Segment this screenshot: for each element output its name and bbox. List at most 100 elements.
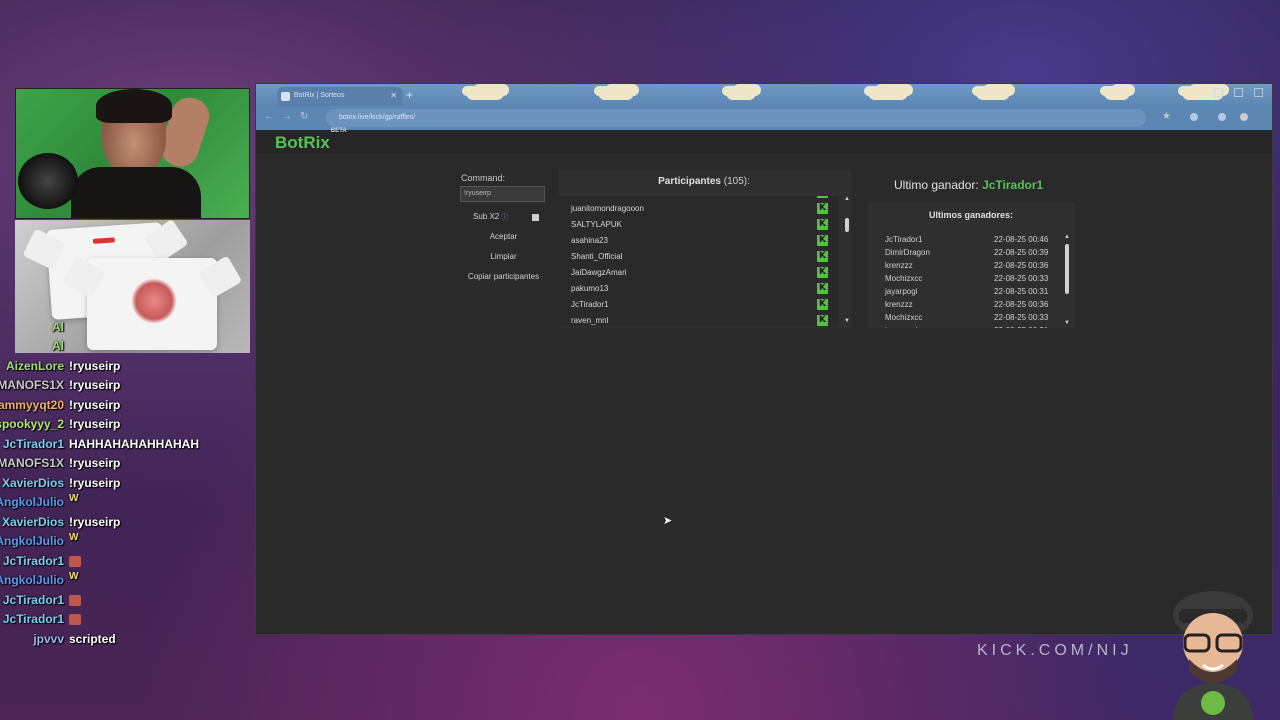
scroll-thumb[interactable] [845,218,849,232]
microphone [18,153,78,209]
winner-name: jayarpogi [885,326,917,328]
profile-avatar[interactable] [1240,113,1248,121]
url-input[interactable]: botrix.live/kick/gp/raffles/ [326,109,1146,127]
chat-message: XavierDios !ryuseirp [0,515,260,534]
chat-username[interactable]: AngkolJulio [0,495,64,509]
chat-message: jpvvv scripted [0,632,260,651]
kick-platform-icon: K [817,235,828,246]
last-winners-list[interactable]: JcTirador1 22-08-25 00:46 DimirDragon 22-08… [868,234,1064,328]
winner-date: 22-08-25 00:36 [994,261,1049,270]
scroll-thumb[interactable] [1065,244,1069,294]
chat-username[interactable]: Al [52,320,64,334]
window-close-icon[interactable] [1254,88,1263,97]
chat-message: MANOFS1X !ryuseirp [0,456,260,475]
participant-name: raven_mnl [571,316,609,325]
sub-x2-checkbox[interactable] [532,214,539,221]
chat-username[interactable]: ammyyqt20 [0,398,64,412]
command-label: Command: [461,173,506,183]
minimize-icon[interactable] [1214,88,1223,97]
chat-text: !ryuseirp [69,398,121,412]
browser-tab[interactable]: BotRix | Sorteos ✕ [277,87,403,106]
address-bar: ← → ↻ botrix.live/kick/gp/raffles/ ★ [256,106,1272,130]
botrix-logo[interactable]: BotRixBETA [275,128,347,153]
chat-message: Al [0,339,260,358]
winner-name: JcTirador1 [885,235,923,244]
extension-icon[interactable] [1190,113,1198,121]
info-icon[interactable]: ⓘ [501,214,508,221]
streamer-mascot-icon [1173,591,1253,720]
chat-message: MANOFS1X !ryuseirp [0,378,260,397]
chat-username[interactable]: JcTirador1 [3,612,64,626]
participant-row[interactable]: juanitomondragooon K [559,201,839,217]
tab-title: BotRix | Sorteos [294,92,345,99]
beta-badge: BETA [330,128,347,135]
last-winners-box: Ultimos ganadores: JcTirador1 22-08-25 00… [868,202,1074,328]
close-icon[interactable]: ✕ [390,91,397,100]
star-icon[interactable]: ★ [1162,111,1171,122]
participant-row[interactable]: pakumo13 K [559,281,839,297]
chat-username[interactable]: AizenLore [6,359,64,373]
participant-row[interactable]: asahina23 K [559,233,839,249]
last-winner-heading: Ultimo ganador: JcTirador1 [894,178,1044,192]
browser-window: BotRix | Sorteos ✕ + ← → ↻ botrix.live/k… [255,83,1273,635]
chat-message: AngkolJulio W [0,493,260,514]
participants-scrollbar[interactable]: ▲ ▼ [844,196,850,326]
winner-row: JcTirador1 22-08-25 00:46 [868,234,1064,247]
chat-username[interactable]: XavierDios [2,476,64,490]
chat-username[interactable]: jpvvv [33,632,64,646]
chat-username[interactable]: MANOFS1X [0,378,64,392]
winner-name: DimirDragon [885,248,930,257]
scroll-down-icon[interactable]: ▼ [844,318,850,324]
last-winners-title: Ultimos ganadores: [928,210,1013,220]
sub-x2-option: Sub X2 ⓘ [473,212,509,221]
participant-row[interactable]: JaiDawgzAmari K [559,265,839,281]
winner-row: DimirDragon 22-08-25 00:39 [868,247,1064,260]
chat-username[interactable]: XavierDios [2,515,64,529]
participant-row[interactable]: Shanti_Official K [559,249,839,265]
chat-username[interactable]: Al [52,339,64,353]
participant-name: asahina23 [571,236,608,245]
copy-participants-button[interactable]: Copiar participantes [460,272,547,286]
winner-row: krenzzz 22-08-25 00:36 [868,260,1064,273]
mouse-cursor-icon: ➤ [663,515,673,527]
scroll-down-icon[interactable]: ▼ [1064,320,1070,326]
scroll-up-icon[interactable]: ▲ [844,196,850,202]
winner-row: Mochizxcc 22-08-25 00:33 [868,273,1064,286]
maximize-icon[interactable] [1234,88,1243,97]
chat-username[interactable]: AngkolJulio [0,573,64,587]
chat-text: scripted [69,632,116,646]
winner-row: jayarpogi 22-08-25 00:31 [868,325,1064,328]
participant-name: juanitomondragooon [571,204,644,213]
chat-username[interactable]: JcTirador1 [3,554,64,568]
chat-message: ammyyqt20 !ryuseirp [0,398,260,417]
chat-username[interactable]: JcTirador1 [3,593,64,607]
command-input[interactable]: !ryuseirp [460,186,545,202]
webcam-body [71,167,201,218]
chat-username[interactable]: JcTirador1 [3,437,64,451]
participants-panel: Participantes (105): BranceComma Kjuanito… [559,170,851,328]
chat-message: AngkolJulio W [0,532,260,553]
participant-row[interactable]: JcTirador1 K [559,297,839,313]
forward-icon[interactable]: → [282,111,292,122]
kick-channel-watermark: KICK.COM/NIJ [977,642,1133,659]
chat-username[interactable]: spookyyy_2 [0,417,64,431]
chat-message: JcTirador1 [0,612,260,631]
page-content: BotRixBETA Command: !ryuseirp Sub X2 ⓘ Ac… [256,128,1272,634]
chat-text: W [69,571,79,582]
back-icon[interactable]: ← [264,111,274,122]
chat-username[interactable]: MANOFS1X [0,456,64,470]
chat-text: !ryuseirp [69,417,121,431]
accept-button[interactable]: Aceptar [460,232,547,246]
participants-list[interactable]: BranceCommaKjuanitomondragooonKSALTYLAPU… [559,196,839,326]
winner-date: 22-08-25 00:36 [994,300,1049,309]
chat-username[interactable]: AngkolJulio [0,534,64,548]
winners-scrollbar[interactable]: ▲ ▼ [1064,234,1070,328]
chat-message: JcTirador1 HAHHAHAHAHHAHAH [0,437,260,456]
extension-icon[interactable] [1218,113,1226,121]
scroll-up-icon[interactable]: ▲ [1064,234,1070,240]
participant-row[interactable]: raven_mnl K [559,313,839,326]
participant-row[interactable]: SALTYLAPUK K [559,217,839,233]
new-tab-button[interactable]: + [406,88,413,102]
clear-button[interactable]: Limpiar [460,252,547,266]
reload-icon[interactable]: ↻ [300,111,308,122]
